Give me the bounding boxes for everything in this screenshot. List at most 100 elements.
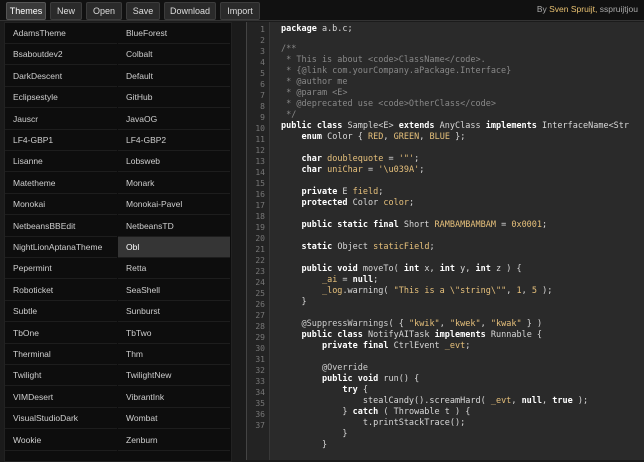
- author-credit: By Sven Spruijt, sspruijtjou: [537, 4, 638, 14]
- theme-item[interactable]: Roboticket: [5, 280, 117, 301]
- theme-item[interactable]: Zenburn: [118, 430, 230, 451]
- line-number: 14: [255, 168, 265, 177]
- theme-item[interactable]: Colbalt: [118, 44, 230, 66]
- theme-item[interactable]: Sunburst: [118, 301, 230, 323]
- theme-item[interactable]: Retta: [118, 258, 230, 280]
- theme-item[interactable]: JavaOG: [118, 109, 230, 130]
- theme-item[interactable]: BlueForest: [118, 23, 230, 44]
- theme-item[interactable]: NetbeansBBEdit: [5, 216, 117, 237]
- theme-item[interactable]: TwilightNew: [118, 365, 230, 387]
- theme-item[interactable]: DarkDescent: [5, 66, 117, 87]
- theme-item[interactable]: Twilight: [5, 365, 117, 387]
- theme-item[interactable]: VisualStudioDark: [5, 408, 117, 430]
- line-number: 37: [255, 421, 265, 430]
- save-button[interactable]: Save: [126, 2, 160, 20]
- line-number: 26: [255, 300, 265, 309]
- code-line: }: [281, 429, 348, 439]
- line-number: 30: [255, 344, 265, 353]
- theme-item[interactable]: VibrantInk: [118, 387, 230, 408]
- line-number: 17: [255, 201, 265, 210]
- line-number: 10: [255, 124, 265, 133]
- open-button[interactable]: Open: [86, 2, 122, 20]
- theme-item[interactable]: TbTwo: [118, 323, 230, 344]
- code-line: private final CtrlEvent _evt;: [321, 341, 471, 351]
- code-line: }: [281, 297, 307, 307]
- line-number: 3: [260, 47, 265, 56]
- code-line: public class NotifyAITask implements Run…: [301, 330, 543, 340]
- theme-item[interactable]: Monark: [118, 173, 230, 194]
- download-button[interactable]: Download: [164, 2, 216, 20]
- theme-item[interactable]: NetbeansTD: [118, 216, 230, 237]
- code-line: package a.b.c;: [281, 24, 353, 34]
- line-number: 23: [255, 267, 265, 276]
- theme-item[interactable]: Monokai: [5, 194, 117, 216]
- theme-item[interactable]: Monokai-Pavel: [118, 194, 230, 216]
- line-number: 13: [255, 157, 265, 166]
- line-number: 25: [255, 289, 265, 298]
- theme-item[interactable]: Bsaboutdev2: [5, 44, 117, 66]
- line-number: 8: [260, 102, 265, 111]
- author-suffix: sspruijtjou: [599, 4, 638, 14]
- new-button[interactable]: New: [50, 2, 82, 20]
- line-number: 18: [255, 212, 265, 221]
- line-number: 32: [255, 366, 265, 375]
- author-name[interactable]: Sven Spruijt,: [549, 4, 597, 14]
- code-line: private E field;: [301, 187, 384, 197]
- theme-list: AdamsTheme Bsaboutdev2 DarkDescent Eclipses…: [4, 22, 232, 462]
- code-line: stealCandy().screamHard( _evt, null, tru…: [281, 396, 589, 406]
- theme-item[interactable]: Wombat: [118, 408, 230, 430]
- code-line: public class Sample<E> extends AnyClass …: [281, 121, 630, 131]
- theme-item[interactable]: Wookie: [5, 430, 117, 451]
- theme-item[interactable]: Matetheme: [5, 173, 117, 194]
- line-number: 2: [260, 36, 265, 45]
- theme-item[interactable]: Thm: [118, 344, 230, 365]
- code-line: * @deprecated use <code>OtherClass</code…: [281, 99, 496, 109]
- code-line: t.printStackTrace();: [281, 418, 466, 428]
- theme-item[interactable]: VIMDesert: [5, 387, 117, 408]
- theme-item[interactable]: Subtle: [5, 301, 117, 323]
- code-line: protected Color color;: [301, 198, 415, 208]
- theme-item[interactable]: LF4-GBP2: [118, 130, 230, 151]
- line-number: 29: [255, 333, 265, 342]
- code-line: * {@link com.yourCompany.aPackage.Interf…: [281, 66, 512, 76]
- line-number: 1: [260, 25, 265, 34]
- line-number: 11: [255, 135, 265, 144]
- line-number: 21: [255, 245, 265, 254]
- code-line: */: [281, 110, 297, 120]
- theme-item[interactable]: Pepermint: [5, 258, 117, 280]
- code-line: @Override: [321, 363, 369, 373]
- import-button[interactable]: Import: [220, 2, 260, 20]
- code-line: static Object staticField;: [301, 242, 435, 252]
- theme-item[interactable]: TbOne: [5, 323, 117, 344]
- line-number: 35: [255, 399, 265, 408]
- code-editor[interactable]: 1 2 3 4 5 6 7 8 9 10 11 12 13 14 15 16 17 18 19 20 21 22 23 24 2…: [246, 22, 644, 460]
- theme-item[interactable]: GitHub: [118, 87, 230, 109]
- theme-item[interactable]: Jauscr: [5, 109, 117, 130]
- code-line: } catch ( Throwable t ) {: [281, 407, 471, 417]
- code-line: public void moveTo( int x, int y, int z …: [301, 264, 522, 274]
- code-line: }: [281, 440, 328, 450]
- code-line: enum Color { RED, GREEN, BLUE };: [301, 132, 466, 142]
- code-line: public static final Short RAMBAMBAMBAM =…: [301, 220, 548, 230]
- toolbar: Themes New Open Save Download Import By …: [0, 0, 644, 21]
- line-number: 12: [255, 146, 265, 155]
- author-prefix: By: [536, 4, 547, 14]
- theme-item[interactable]: AdamsTheme: [5, 23, 117, 44]
- code-line: * @author me: [281, 77, 348, 87]
- theme-item[interactable]: SeaShell: [118, 280, 230, 301]
- theme-item[interactable]: Eclipsestyle: [5, 87, 117, 109]
- theme-item[interactable]: NightLionAptanaTheme: [5, 237, 117, 258]
- theme-item[interactable]: Default: [118, 66, 230, 87]
- line-number: 36: [255, 410, 265, 419]
- code-line: * @param <E>: [281, 88, 348, 98]
- line-number: 34: [255, 388, 265, 397]
- code-line: /**: [281, 44, 297, 54]
- theme-item[interactable]: Lobsweb: [118, 151, 230, 173]
- theme-item[interactable]: Therminal: [5, 344, 117, 365]
- code-line: @SuppressWarnings( { "kwik", "kwek", "kw…: [301, 319, 543, 329]
- theme-item[interactable]: LF4-GBP1: [5, 130, 117, 151]
- theme-item[interactable]: Lisanne: [5, 151, 117, 173]
- themes-button[interactable]: Themes: [6, 2, 46, 20]
- line-number: 24: [255, 278, 265, 287]
- theme-item[interactable]: Obl: [118, 237, 230, 258]
